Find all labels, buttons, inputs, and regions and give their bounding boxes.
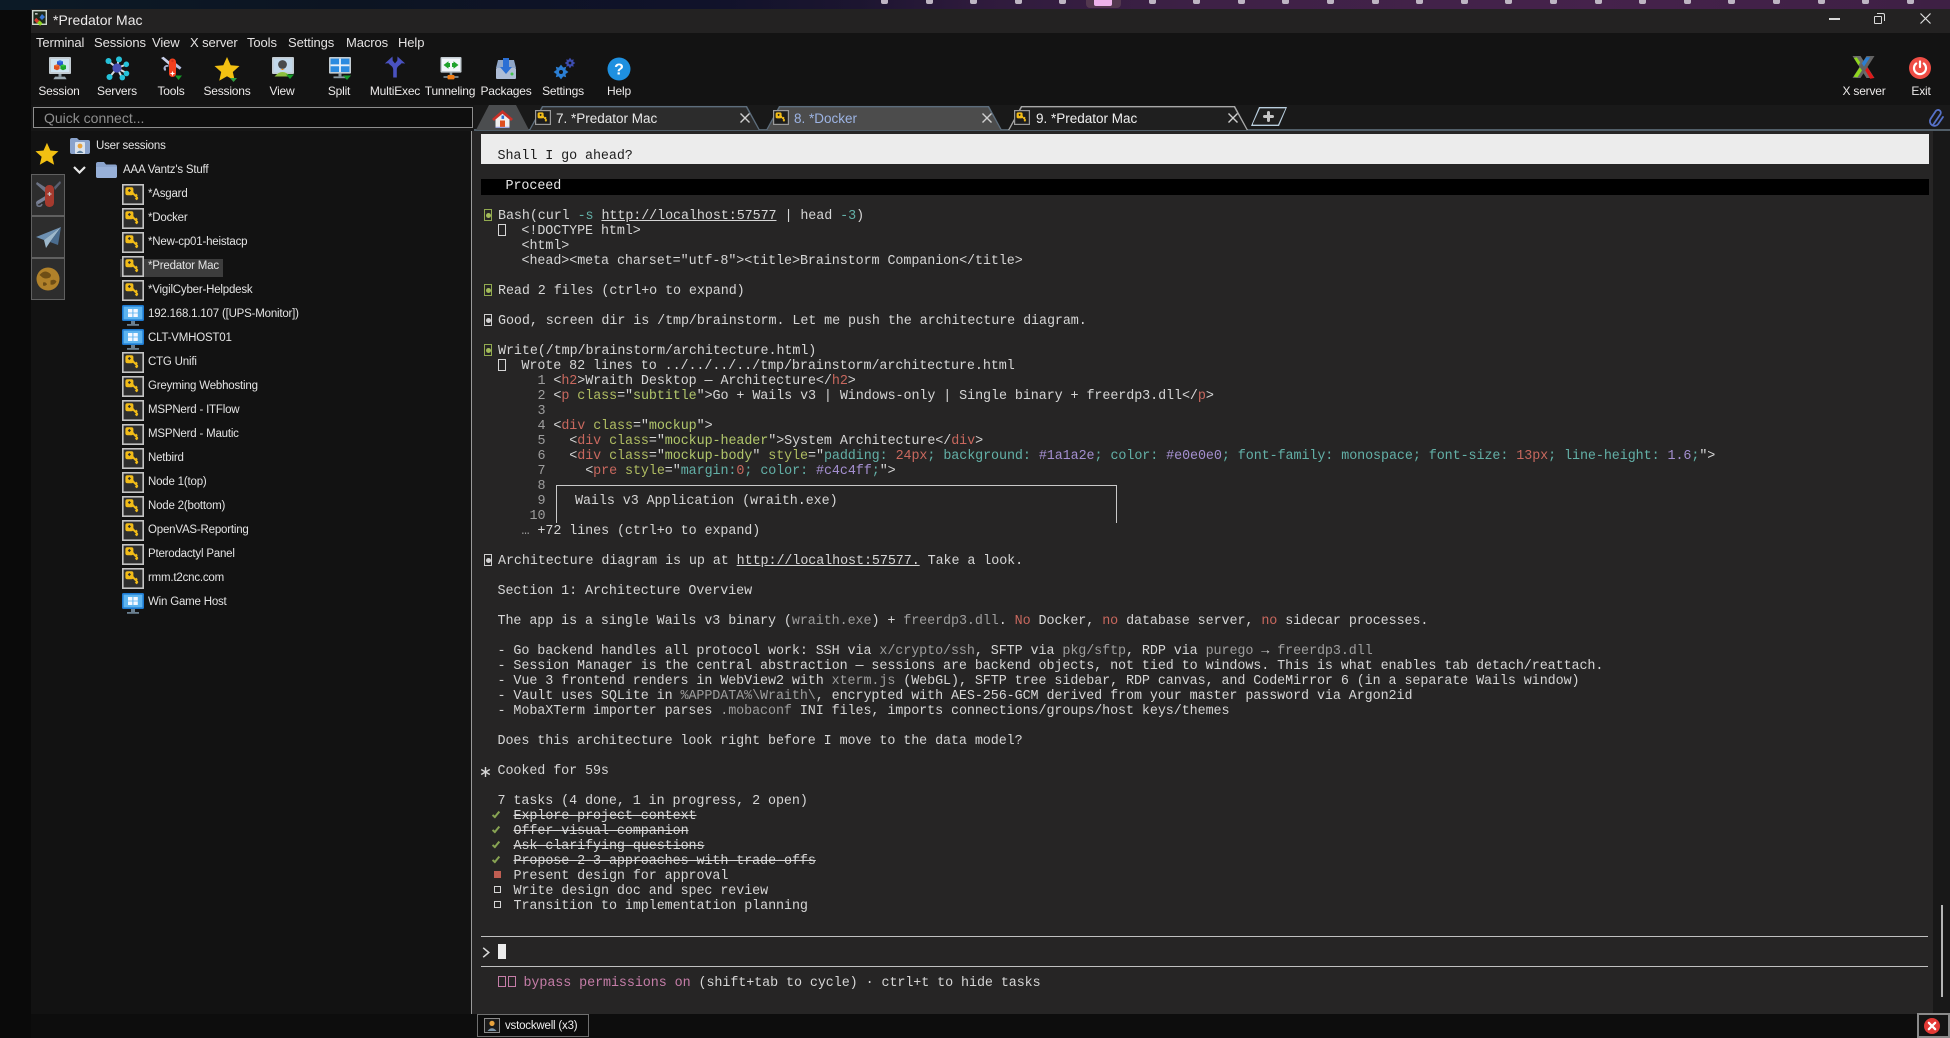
svg-text:?: ? [614, 62, 624, 79]
